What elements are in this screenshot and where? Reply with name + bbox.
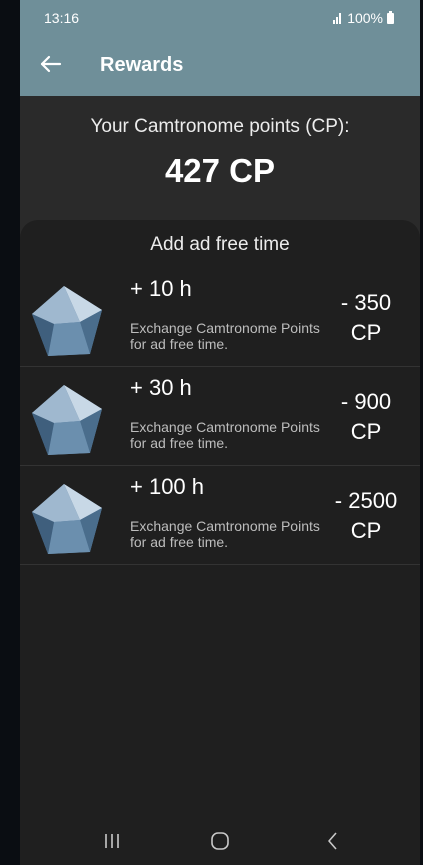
reward-cost-unit: CP — [350, 419, 382, 444]
reward-amount: + 30 h — [130, 375, 192, 400]
phone-screen: 13:16 100% Rewards Your Camtronome point… — [20, 0, 420, 865]
page-title: Rewards — [100, 54, 184, 76]
reward-cost: - 350 CP — [326, 288, 406, 348]
reward-cost: - 2500 CP — [326, 486, 406, 546]
reward-cost: - 900 CP — [326, 387, 406, 447]
reward-cost-unit: CP — [350, 518, 382, 543]
status-bar: 13:16 100% — [20, 0, 420, 36]
reward-amount: + 10 h — [130, 276, 192, 301]
back-chevron-icon[interactable] — [318, 828, 348, 854]
header: 13:16 100% Rewards — [20, 0, 420, 96]
reward-description: Exchange Camtronome Points for ad free t… — [130, 518, 320, 550]
reward-item[interactable]: + 100 h Exchange Camtronome Points for a… — [20, 466, 420, 565]
battery-icon — [387, 10, 394, 24]
back-arrow-icon[interactable] — [38, 50, 66, 78]
system-nav-bar — [20, 820, 420, 865]
reward-cost-value: - 350 — [340, 290, 392, 315]
reward-amount: + 100 h — [130, 474, 205, 499]
reward-cost-value: - 2500 — [334, 488, 398, 513]
points-label: Your Camtronome points (CP): — [90, 116, 350, 137]
gem-icon — [28, 478, 108, 558]
status-right: 100% — [333, 10, 394, 26]
reward-cost-unit: CP — [350, 320, 382, 345]
section-title: Add ad free time — [150, 234, 290, 255]
app-bar: Rewards — [20, 42, 420, 90]
gem-icon — [28, 280, 108, 360]
recent-apps-icon[interactable] — [97, 828, 127, 854]
reward-item[interactable]: + 10 h Exchange Camtronome Points for ad… — [20, 268, 420, 367]
reward-cost-value: - 900 — [340, 389, 392, 414]
points-value: 427 CP — [164, 152, 276, 189]
reward-description: Exchange Camtronome Points for ad free t… — [130, 320, 320, 352]
home-icon[interactable] — [205, 828, 235, 854]
battery-text: 100% — [347, 10, 383, 26]
signal-icon — [333, 12, 342, 24]
gem-icon — [28, 379, 108, 459]
reward-description: Exchange Camtronome Points for ad free t… — [130, 419, 320, 451]
reward-item[interactable]: + 30 h Exchange Camtronome Points for ad… — [20, 367, 420, 466]
status-time: 13:16 — [44, 10, 80, 26]
rewards-sheet: Add ad free time + 10 h Exchange Camtron… — [20, 220, 420, 865]
